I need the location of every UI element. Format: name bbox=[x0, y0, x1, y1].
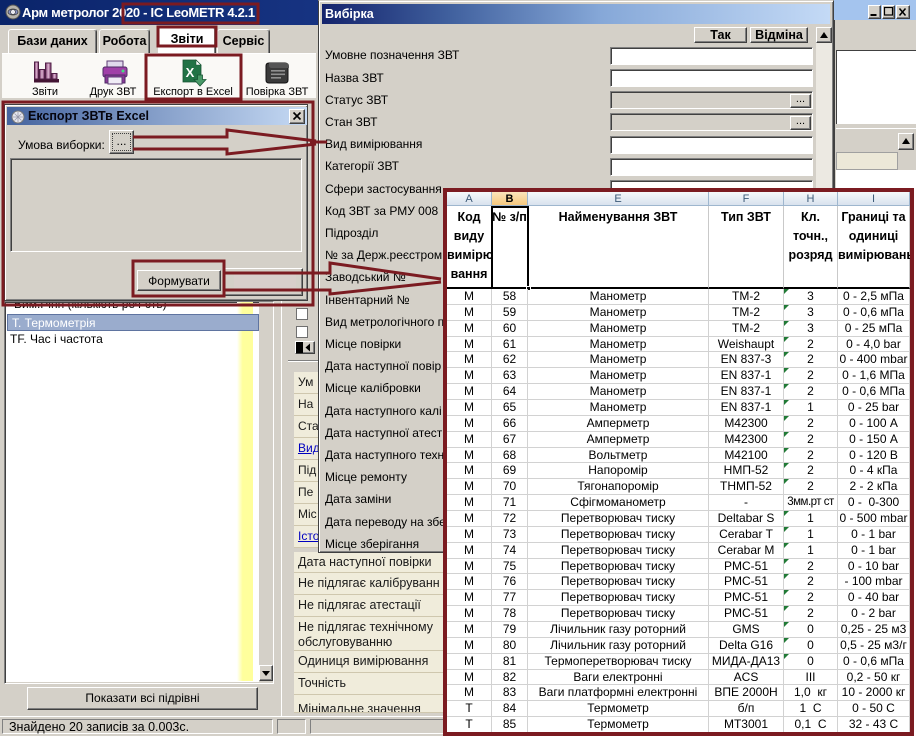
svg-text:X: X bbox=[186, 65, 195, 80]
